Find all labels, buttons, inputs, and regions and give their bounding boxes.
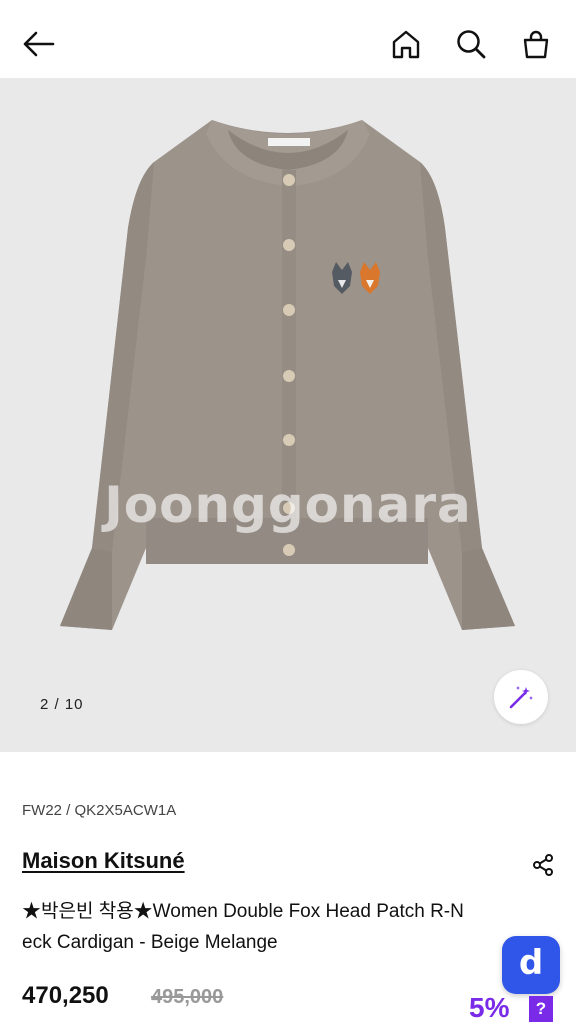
help-badge[interactable]: ? [529, 996, 553, 1022]
season-code: FW22 / QK2X5ACW1A [22, 802, 177, 819]
magic-wand-icon [509, 686, 533, 709]
arrow-left-icon [23, 31, 55, 57]
product-info: FW22 / QK2X5ACW1A Maison Kitsuné ★박은빈 착용… [0, 752, 576, 1024]
product-title: ★박은빈 착용★Women Double Fox Head Patch R-Ne… [22, 901, 464, 953]
back-button[interactable] [18, 24, 58, 64]
share-icon [533, 854, 553, 876]
search-button[interactable] [451, 24, 491, 64]
image-page-indicator: 2 / 10 [40, 696, 84, 713]
cardigan-image [60, 120, 515, 630]
watermark: Joonggonara [104, 476, 472, 534]
shopping-bag-button[interactable] [516, 24, 556, 64]
home-icon [392, 30, 420, 59]
home-button[interactable] [386, 24, 426, 64]
app-shortcut-button[interactable]: d [502, 936, 560, 994]
sale-price: 470,250 [22, 982, 109, 1009]
original-price: 495,000 [151, 986, 224, 1008]
discount-rate: 5% [469, 992, 510, 1023]
app-logo-letter: d [518, 943, 544, 983]
brand-link[interactable]: Maison Kitsuné [22, 848, 185, 874]
product-image-gallery[interactable]: Joonggonara 2 / 10 [0, 78, 576, 752]
top-bar [0, 0, 576, 78]
magic-button[interactable] [494, 670, 548, 724]
share-button[interactable] [528, 850, 558, 880]
shopping-bag-icon [523, 30, 549, 59]
search-icon [457, 30, 486, 59]
